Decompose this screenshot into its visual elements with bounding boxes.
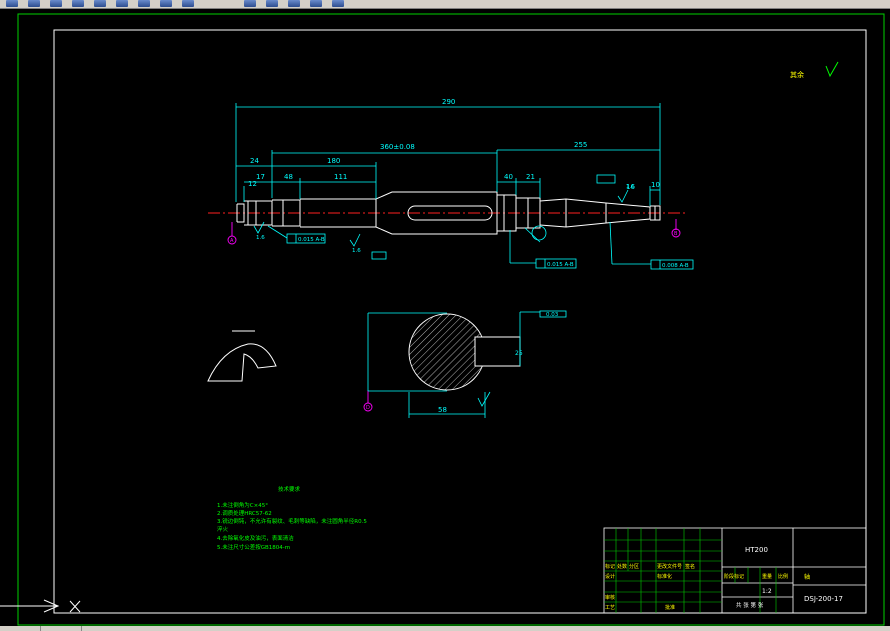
note-1: 1.未注倒角为C×45° (217, 501, 268, 509)
dim-25: 25 (515, 350, 523, 357)
roughness-general-symbol: 其余 (790, 61, 839, 79)
drawing-canvas[interactable]: 其余 290 360±0.08 255 24 180 17 48 111 40 … (0, 9, 890, 626)
notes-title: 技术要求 (278, 485, 301, 493)
tolerance-frame-1: 0.015 A-B (298, 237, 325, 243)
dim-span: 360±0.08 (380, 143, 415, 151)
note-2: 2.调质处理HRC57-62 (217, 509, 272, 517)
tolerance-frame-3: 0.008 A-B (662, 263, 689, 269)
tb-label-sign: 签名 (685, 563, 695, 570)
dim-40: 40 (504, 173, 513, 181)
toolbar (0, 0, 890, 9)
cut-icon[interactable] (94, 0, 106, 7)
tb-label-count: 处数 (617, 563, 627, 570)
zoom-icon[interactable] (266, 0, 278, 7)
dim-111: 111 (334, 173, 347, 181)
ucs-icon (0, 599, 81, 613)
new-icon[interactable] (6, 0, 18, 7)
undo-icon[interactable] (160, 0, 172, 7)
redo-icon[interactable] (182, 0, 194, 7)
print-icon[interactable] (72, 0, 84, 7)
help-icon[interactable] (332, 0, 344, 7)
tb-label-approve: 批准 (665, 604, 675, 611)
datum-a: A (230, 238, 234, 244)
dim-overall: 290 (442, 98, 455, 106)
note-4: 4.去除氧化皮及油污，表面清洁 (217, 534, 294, 542)
layers-icon[interactable] (310, 0, 322, 7)
tb-label-change: 更改文件号 (657, 563, 682, 570)
detail-view (207, 330, 277, 382)
dim-21: 21 (526, 173, 535, 181)
dim-48: 48 (284, 173, 293, 181)
dim-12: 12 (248, 180, 257, 188)
properties-icon[interactable] (288, 0, 300, 7)
tb-label-scale: 比例 (778, 573, 788, 580)
pan-icon[interactable] (244, 0, 256, 7)
layout-tab[interactable] (41, 626, 82, 631)
tb-label-stage: 阶段标记 (724, 573, 744, 580)
tb-label-design: 设计 (605, 573, 615, 580)
note-3: 3.锐边倒钝，不允许有裂纹、毛刺等缺陷，未注圆角半径R0.5 (217, 517, 367, 525)
copy-icon[interactable] (116, 0, 128, 7)
dim-58: 58 (438, 406, 447, 414)
tb-label-process: 工艺 (605, 605, 615, 611)
note-5: 5.未注尺寸公差按GB1804-m (217, 543, 290, 551)
datum-d: D (366, 405, 370, 411)
save-icon[interactable] (50, 0, 62, 7)
tb-scale: 1:2 (762, 588, 772, 595)
tolerance-frame-2: 0.015 A-B (547, 262, 574, 268)
technical-notes: 技术要求 1.未注倒角为C×45° 2.调质处理HRC57-62 3.锐边倒钝，… (217, 485, 367, 551)
svg-text:其余: 其余 (790, 70, 804, 79)
roughness-1: 1.6 (256, 235, 265, 241)
tb-material: HT200 (745, 546, 768, 554)
note-3b: 淬火 (217, 525, 229, 533)
tb-label-zone: 分区 (629, 563, 639, 570)
tolerance-frame-4: 0.03 (546, 312, 559, 318)
dim-10: 10 (651, 181, 660, 189)
tb-label-std: 标准化 (657, 573, 672, 580)
tb-label-mark: 标记 (605, 563, 615, 570)
title-block: 标记 处数 分区 更改文件号 签名 设计 标准化 阶段标记 重量 比例 审核 工… (603, 527, 867, 614)
status-bar (0, 626, 890, 631)
roughness-3: 1.6 (626, 184, 635, 190)
dim-left-end: 24 (250, 157, 259, 165)
tb-label-review: 审核 (605, 594, 615, 601)
open-icon[interactable] (28, 0, 40, 7)
dim-17: 17 (256, 173, 265, 181)
datum-b: B (674, 231, 678, 237)
tb-part-name: 轴 (804, 573, 810, 581)
roughness-2: 1.6 (352, 248, 361, 254)
tb-sheet: 共 张 第 张 (736, 601, 764, 609)
tb-label-weight: 重量 (762, 573, 772, 580)
paste-icon[interactable] (138, 0, 150, 7)
cross-section: 58 25 (367, 311, 540, 418)
dim-middle-length: 180 (327, 157, 340, 165)
tb-drawing-no: DSJ-200-17 (804, 595, 843, 603)
model-tab[interactable] (0, 626, 41, 631)
dim-right-length: 255 (574, 141, 587, 149)
